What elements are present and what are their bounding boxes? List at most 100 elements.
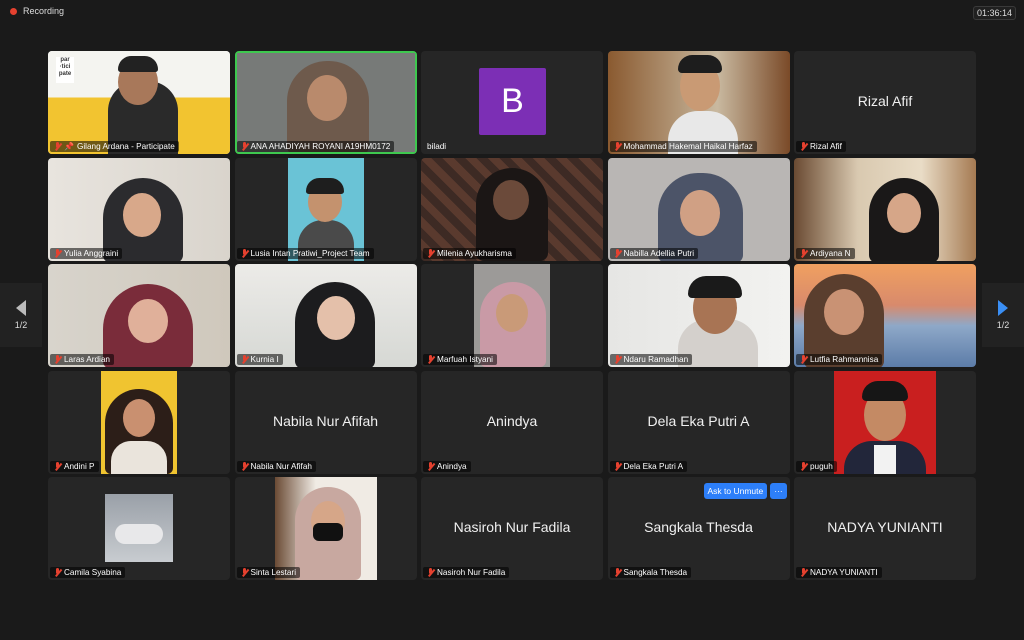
more-options-button[interactable]: ··· — [770, 483, 787, 499]
mic-muted-icon — [54, 355, 61, 364]
participant-video: par ·tici pate — [48, 51, 230, 154]
participant-display-name: Rizal Afif — [857, 93, 913, 109]
mic-muted-icon — [241, 248, 248, 258]
participant-tile[interactable]: Kurnia I — [234, 264, 417, 367]
participant-tile[interactable]: Lutfia Rahmannisa — [794, 264, 976, 367]
participant-tile[interactable]: Ask to Unmute ··· Sangkala Thesda Sangka… — [607, 477, 790, 580]
participant-name: Nasiroh Nur Fadila — [437, 568, 506, 577]
participant-name-bar: puguh — [796, 460, 837, 472]
participant-tile[interactable]: Lusia Intan Pratiwi_Project Team — [234, 157, 417, 261]
participant-name: Nabilla Adellia Putri — [623, 248, 695, 258]
participant-tile[interactable]: Nabilla Adellia Putri — [607, 157, 790, 261]
participant-tile[interactable]: Marfuah Istyani — [421, 264, 603, 367]
participant-video — [287, 157, 364, 261]
next-page-button[interactable]: 1/2 — [982, 283, 1024, 347]
participant-name-bar: Yulia Anggraini — [50, 247, 123, 259]
participant-name: Camila Syabina — [64, 568, 122, 577]
participant-name-bar: Nabila Nur Afifah — [236, 460, 316, 472]
participant-tile[interactable]: puguh — [794, 370, 976, 474]
participant-name-bar: Ndaru Ramadhan — [609, 354, 693, 365]
participant-tile[interactable]: Mohammad Hakemal Haikal Harfaz — [607, 51, 790, 154]
participant-tile[interactable]: B biladi — [421, 51, 603, 154]
mic-muted-icon — [241, 568, 248, 577]
participant-name-bar: Dela Eka Putri A — [609, 460, 688, 472]
recording-label: Recording — [23, 6, 65, 16]
participant-tile[interactable]: Nabila Nur Afifah Nabila Nur Afifah — [234, 370, 417, 474]
mic-muted-icon — [427, 461, 434, 471]
participant-video — [236, 53, 415, 152]
chevron-left-icon — [16, 300, 26, 316]
participant-tile[interactable]: Camila Syabina — [48, 477, 230, 580]
participant-video — [607, 264, 790, 367]
previous-page-button[interactable]: 1/2 — [0, 283, 42, 347]
participant-tile[interactable]: Sinta Lestari — [234, 477, 417, 580]
page-indicator-right: 1/2 — [996, 320, 1010, 330]
participant-name-bar: Anindya — [423, 460, 471, 472]
participant-name-bar: NADYA YUNIANTI — [796, 567, 882, 578]
participant-name-bar: Lusia Intan Pratiwi_Project Team — [236, 247, 374, 259]
participant-name-bar: Marfuah Istyani — [423, 354, 497, 365]
participant-name: Kurnia I — [250, 355, 279, 364]
participant-name: Nabila Nur Afifah — [250, 461, 312, 471]
participant-tile[interactable]: ANA AHADIYAH ROYANI A19HM0172 — [234, 51, 417, 154]
chevron-right-icon — [998, 300, 1008, 316]
mic-muted-icon — [614, 461, 621, 471]
participant-tile[interactable]: Andini P — [48, 370, 230, 474]
participant-tile[interactable]: Ardiyana N — [794, 157, 976, 261]
recording-dot-icon — [10, 7, 17, 15]
participant-name: Ardiyana N — [810, 248, 851, 258]
participant-video — [274, 477, 377, 580]
participant-name-bar: Rizal Afif — [796, 141, 846, 152]
participant-name: Marfuah Istyani — [437, 355, 493, 364]
participant-video — [794, 157, 976, 261]
participant-video — [234, 264, 417, 367]
participant-video — [48, 264, 230, 367]
participant-tile[interactable]: Rizal Afif Rizal Afif — [794, 51, 976, 154]
participant-name-bar: Kurnia I — [236, 354, 283, 365]
participant-tile[interactable]: Milenia Ayukharisma — [421, 157, 603, 261]
mic-muted-icon — [614, 248, 621, 258]
mic-muted-icon — [800, 142, 807, 151]
participant-display-name: Anindya — [486, 412, 538, 429]
mic-muted-icon — [54, 461, 61, 471]
mic-muted-icon — [800, 248, 807, 258]
participant-video — [421, 157, 603, 261]
mic-muted-icon — [800, 461, 807, 471]
participant-name: Anindya — [437, 461, 467, 471]
participant-name: Yulia Anggraini — [64, 248, 119, 258]
participant-video — [105, 494, 173, 562]
mic-muted-icon — [54, 142, 61, 151]
participant-tile[interactable]: Laras Ardian — [48, 264, 230, 367]
participant-name: Lusia Intan Pratiwi_Project Team — [250, 248, 370, 258]
mic-muted-icon — [427, 248, 434, 258]
participant-tile[interactable]: Yulia Anggraini — [48, 157, 230, 261]
participant-name: Ndaru Ramadhan — [623, 355, 689, 364]
participant-tile[interactable]: Ndaru Ramadhan — [607, 264, 790, 367]
meeting-timer: 01:36:14 — [972, 6, 1016, 20]
page-indicator-left: 1/2 — [14, 320, 28, 330]
participant-name-bar: Sangkala Thesda — [609, 567, 692, 578]
participant-display-name: Nasiroh Nur Fadila — [453, 519, 571, 535]
participant-tile[interactable]: NADYA YUNIANTI NADYA YUNIANTI — [794, 477, 976, 580]
mic-muted-icon — [614, 355, 621, 364]
participant-name-bar: Nabilla Adellia Putri — [609, 247, 699, 259]
participant-display-name: NADYA YUNIANTI — [827, 519, 943, 535]
participant-name: Gilang Ardana - Participate — [76, 142, 175, 151]
ask-to-unmute-button[interactable]: Ask to Unmute — [703, 483, 768, 499]
participant-name: Milenia Ayukharisma — [437, 248, 512, 258]
participant-name-bar: Lutfia Rahmannisa — [796, 354, 883, 365]
participate-logo: par ·tici pate — [56, 57, 74, 83]
mic-muted-icon — [241, 461, 248, 471]
participant-name-bar: Sinta Lestari — [236, 567, 301, 578]
participant-name: Mohammad Hakemal Haikal Harfaz — [623, 142, 753, 151]
participant-name-bar: Ardiyana N — [796, 247, 855, 259]
participant-tile[interactable]: Nasiroh Nur Fadila Nasiroh Nur Fadila — [421, 477, 603, 580]
participant-name-bar: Camila Syabina — [50, 567, 126, 578]
participant-name: Dela Eka Putri A — [623, 461, 684, 471]
participant-tile[interactable]: par ·tici pate 📌 Gilang Ardana - Partici… — [48, 51, 230, 154]
participant-name-bar: Andini P — [50, 460, 99, 472]
participant-tile[interactable]: Anindya Anindya — [421, 370, 603, 474]
participant-avatar: B — [479, 68, 546, 135]
participant-tile[interactable]: Dela Eka Putri A Dela Eka Putri A — [607, 370, 790, 474]
mic-muted-icon — [427, 568, 434, 577]
